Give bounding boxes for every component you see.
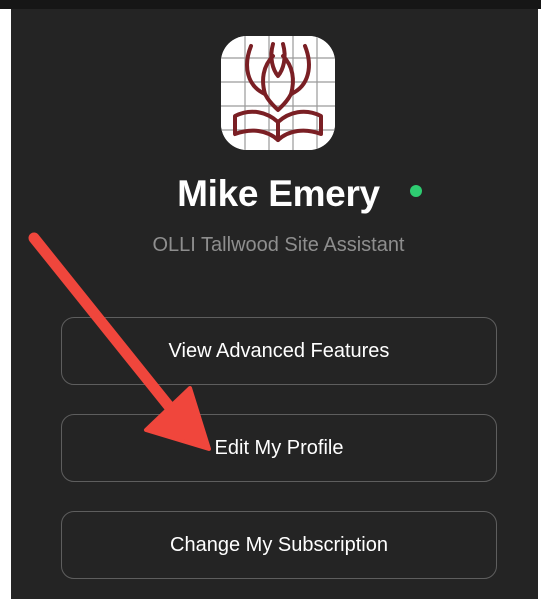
change-my-subscription-button[interactable]: Change My Subscription xyxy=(61,511,497,579)
view-advanced-features-button[interactable]: View Advanced Features xyxy=(61,317,497,385)
profile-name: Mike Emery xyxy=(177,173,380,214)
profile-name-row: Mike Emery xyxy=(0,168,541,220)
avatar xyxy=(221,36,335,150)
edit-my-profile-button[interactable]: Edit My Profile xyxy=(61,414,497,482)
dove-book-logo-icon xyxy=(221,36,335,150)
online-status-icon xyxy=(410,185,422,197)
top-bar xyxy=(0,0,541,9)
profile-title: OLLI Tallwood Site Assistant xyxy=(152,234,405,256)
screenshot-frame: Mike Emery OLLI Tallwood Site Assistant … xyxy=(0,0,541,601)
